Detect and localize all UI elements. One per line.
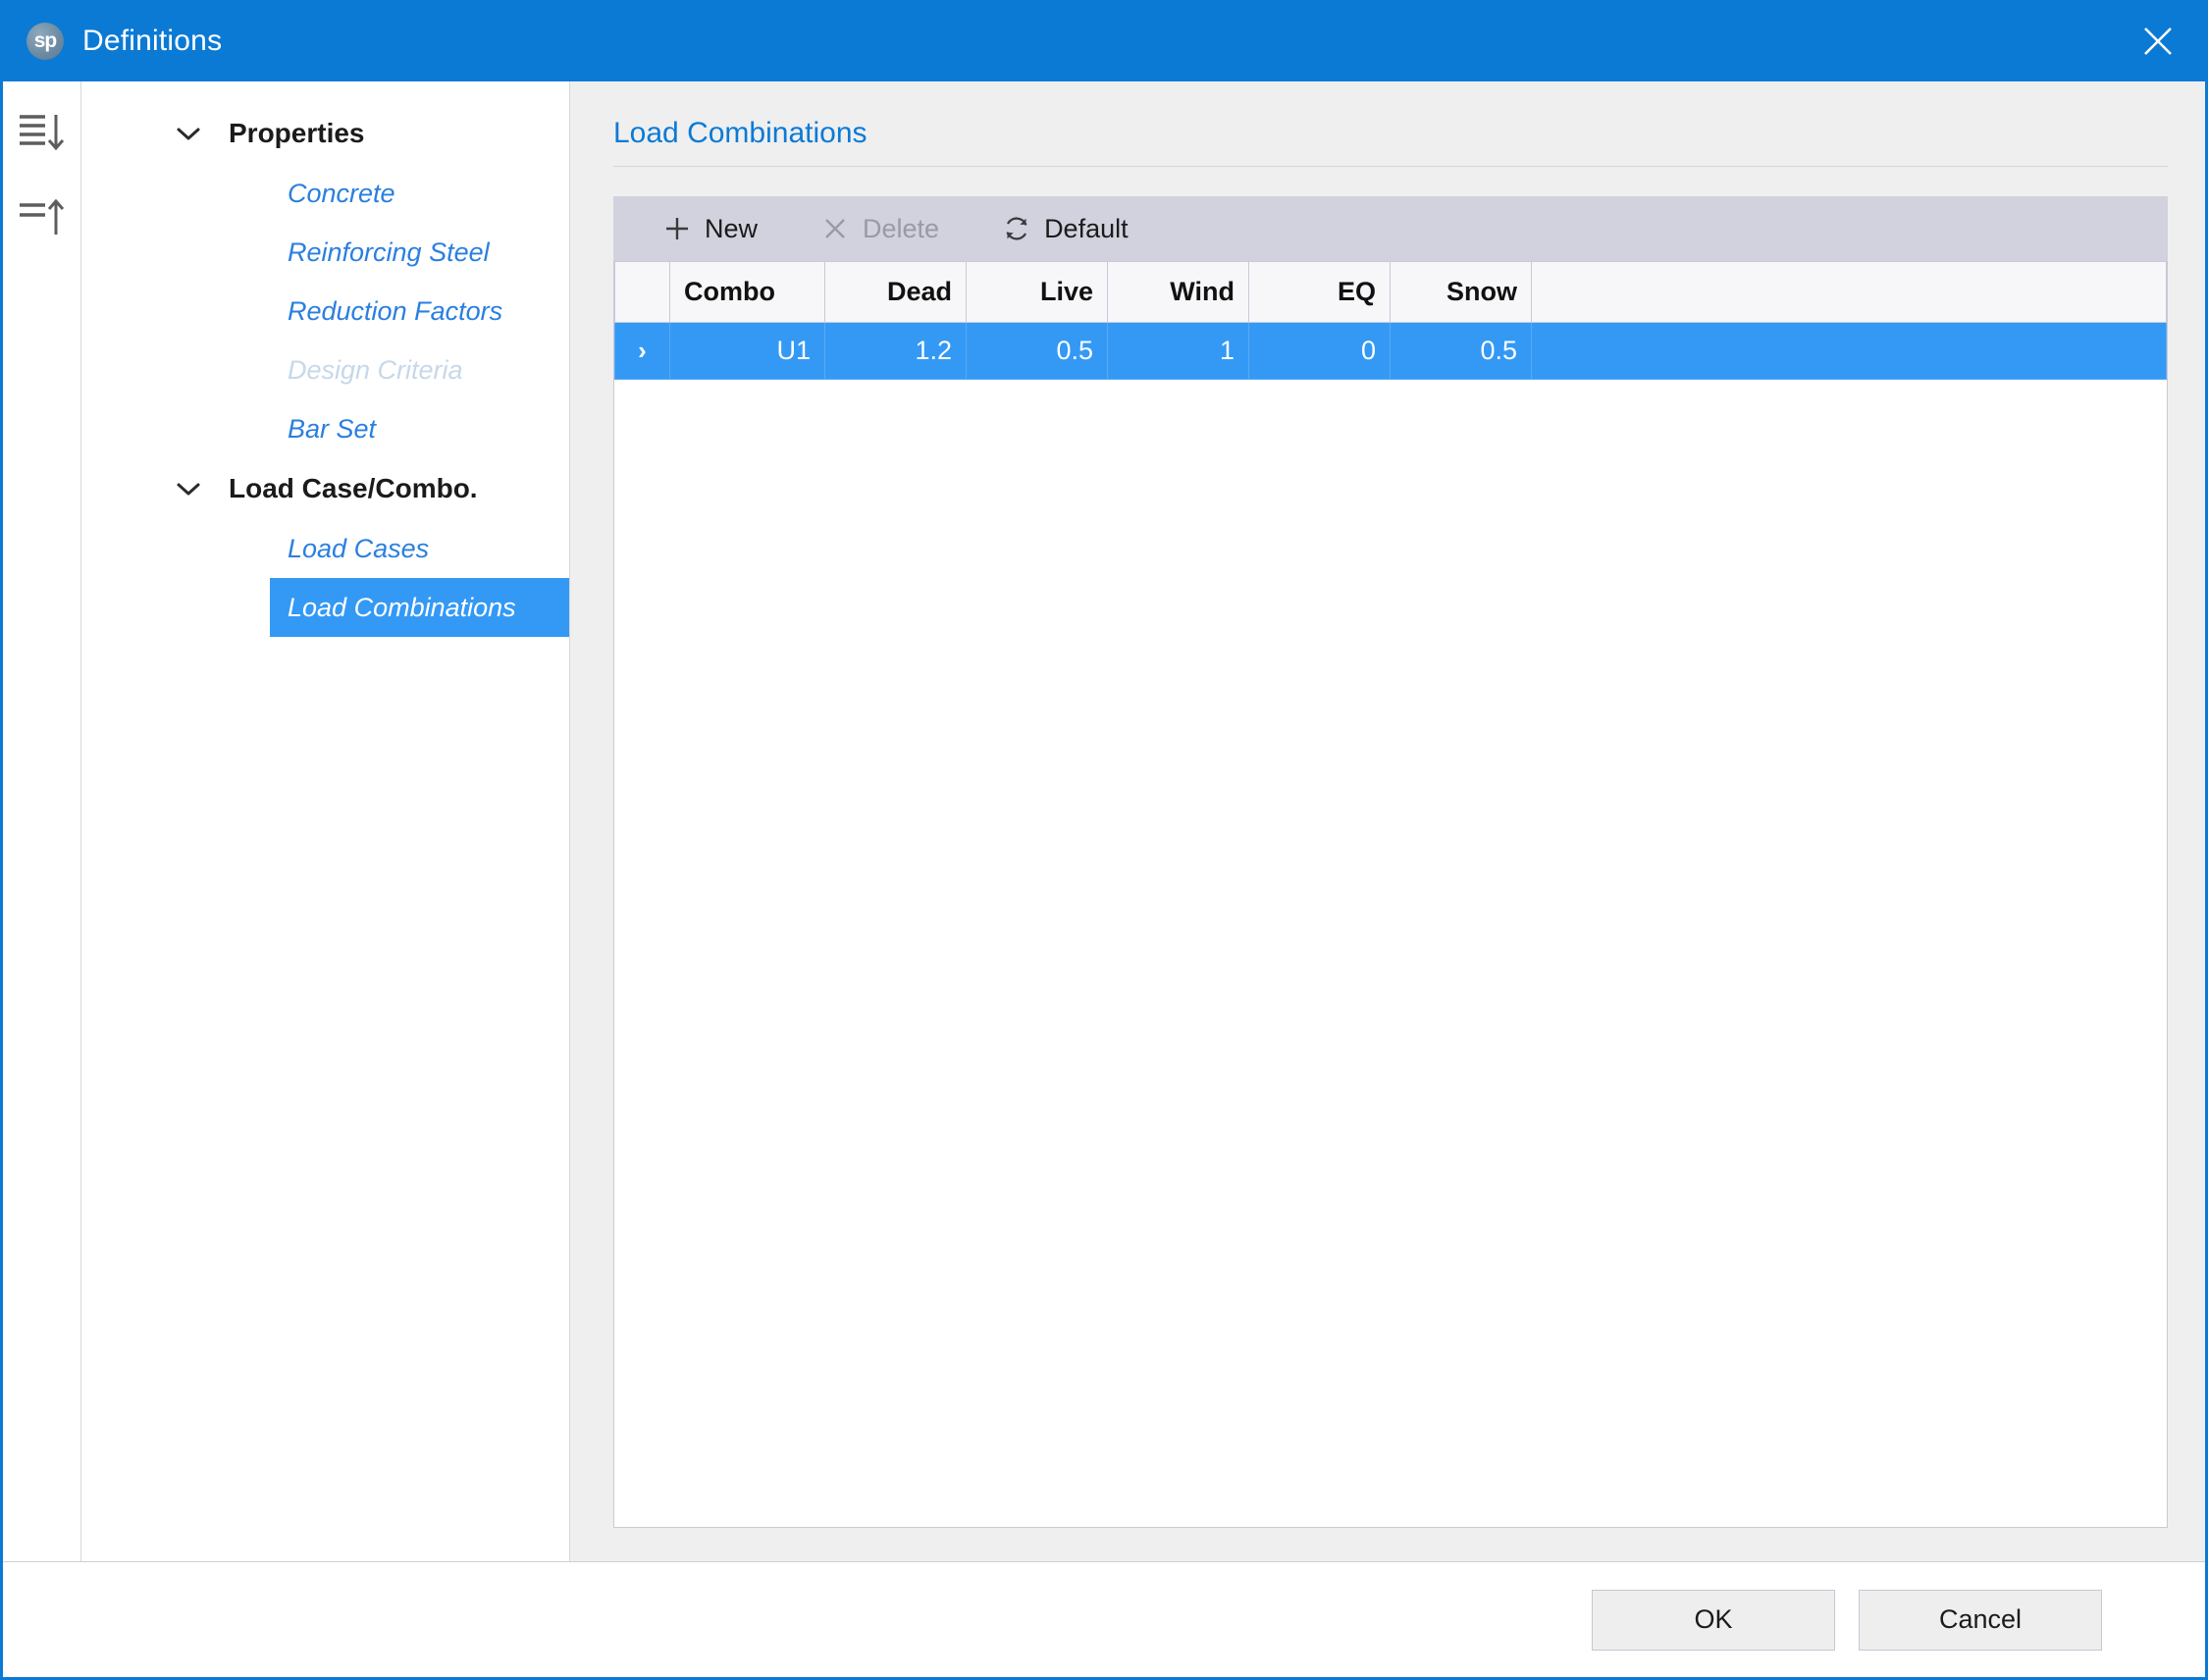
x-icon bbox=[820, 214, 850, 243]
grid-table: Combo Dead Live Wind EQ Snow › U1 1.2 0.… bbox=[614, 261, 2167, 380]
cell-wind[interactable]: 1 bbox=[1107, 322, 1249, 380]
delete-button: Delete bbox=[820, 196, 939, 261]
cell-combo[interactable]: U1 bbox=[669, 322, 825, 380]
sidebar-item-load-cases[interactable]: Load Cases bbox=[81, 519, 569, 578]
sp-app-icon: sp bbox=[26, 22, 64, 60]
grid-header-row: Combo Dead Live Wind EQ Snow bbox=[614, 261, 2167, 323]
cell-filler bbox=[1531, 322, 2167, 380]
tree-item-label: Bar Set bbox=[288, 413, 377, 444]
cell-dead[interactable]: 1.2 bbox=[824, 322, 967, 380]
cell-snow[interactable]: 0.5 bbox=[1390, 322, 1532, 380]
window-title: Definitions bbox=[82, 24, 223, 57]
tree-group-properties[interactable]: Properties bbox=[81, 103, 569, 164]
tree-item-label: Design Criteria bbox=[288, 354, 463, 385]
sidebar-item-bar-set[interactable]: Bar Set bbox=[81, 399, 569, 458]
tree-item-label: Concrete bbox=[288, 178, 395, 208]
cancel-button[interactable]: Cancel bbox=[1859, 1589, 2102, 1651]
expand-all-button[interactable] bbox=[14, 105, 71, 160]
tree-group-load-case-combo[interactable]: Load Case/Combo. bbox=[81, 458, 569, 519]
main-content-pane: Load Combinations New Delete Default Com… bbox=[570, 81, 2205, 1561]
new-button[interactable]: New bbox=[662, 196, 758, 261]
tree-item-label: Reinforcing Steel bbox=[288, 236, 490, 267]
sidebar-item-concrete[interactable]: Concrete bbox=[81, 164, 569, 223]
definitions-dialog: sp Definitions Properties Concrete Reinf… bbox=[0, 0, 2208, 1680]
default-button[interactable]: Default bbox=[1002, 196, 1129, 261]
column-header-dead[interactable]: Dead bbox=[824, 261, 967, 323]
tree-item-label: Load Combinations bbox=[288, 592, 516, 622]
grid-header: Combo Dead Live Wind EQ Snow bbox=[614, 261, 2167, 323]
column-header-eq[interactable]: EQ bbox=[1248, 261, 1391, 323]
default-button-label: Default bbox=[1044, 213, 1129, 243]
plus-icon bbox=[662, 214, 692, 243]
grid-body: › U1 1.2 0.5 1 0 0.5 bbox=[614, 322, 2167, 380]
load-combinations-grid[interactable]: Combo Dead Live Wind EQ Snow › U1 1.2 0.… bbox=[613, 261, 2168, 1528]
delete-button-label: Delete bbox=[863, 213, 940, 243]
row-indicator-cell: › bbox=[614, 322, 670, 380]
grid-toolbar: New Delete Default bbox=[613, 196, 2168, 261]
tree-item-label: Reduction Factors bbox=[288, 295, 503, 326]
tree-group-label: Properties bbox=[229, 118, 365, 148]
navigation-tree: Properties Concrete Reinforcing Steel Re… bbox=[81, 81, 570, 1561]
sp-app-icon-text: sp bbox=[33, 29, 57, 52]
sidebar-item-design-criteria: Design Criteria bbox=[81, 341, 569, 399]
lines-up-arrow-icon bbox=[19, 198, 64, 235]
new-button-label: New bbox=[705, 213, 759, 243]
sidebar-item-reduction-factors[interactable]: Reduction Factors bbox=[81, 282, 569, 341]
tree-group-label: Load Case/Combo. bbox=[229, 473, 478, 503]
cell-eq[interactable]: 0 bbox=[1248, 322, 1391, 380]
refresh-icon bbox=[1002, 214, 1031, 243]
sidebar-item-load-combinations[interactable]: Load Combinations bbox=[270, 578, 569, 637]
title-bar: sp Definitions bbox=[3, 0, 2205, 81]
column-header-combo[interactable]: Combo bbox=[669, 261, 825, 323]
column-header-indicator[interactable] bbox=[614, 261, 670, 323]
column-header-filler bbox=[1531, 261, 2167, 323]
column-header-snow[interactable]: Snow bbox=[1390, 261, 1532, 323]
lines-down-arrow-icon bbox=[19, 115, 64, 151]
sidebar-item-reinforcing-steel[interactable]: Reinforcing Steel bbox=[81, 223, 569, 282]
cell-live[interactable]: 0.5 bbox=[966, 322, 1108, 380]
column-header-wind[interactable]: Wind bbox=[1107, 261, 1249, 323]
page-title: Load Combinations bbox=[613, 117, 867, 149]
tree-item-label: Load Cases bbox=[288, 533, 430, 563]
tree-toolbar-gutter bbox=[3, 81, 81, 1561]
row-indicator-icon: › bbox=[638, 336, 647, 365]
collapse-all-button[interactable] bbox=[14, 189, 71, 244]
title-divider bbox=[613, 166, 2168, 167]
dialog-body: Properties Concrete Reinforcing Steel Re… bbox=[3, 81, 2205, 1562]
column-header-live[interactable]: Live bbox=[966, 261, 1108, 323]
chevron-down-icon bbox=[176, 121, 201, 146]
ok-button[interactable]: OK bbox=[1592, 1589, 1835, 1651]
table-row[interactable]: › U1 1.2 0.5 1 0 0.5 bbox=[614, 322, 2167, 380]
close-icon bbox=[2144, 26, 2172, 55]
dialog-footer: OK Cancel bbox=[3, 1562, 2205, 1677]
close-button[interactable] bbox=[2111, 0, 2205, 81]
chevron-down-icon bbox=[176, 476, 201, 501]
